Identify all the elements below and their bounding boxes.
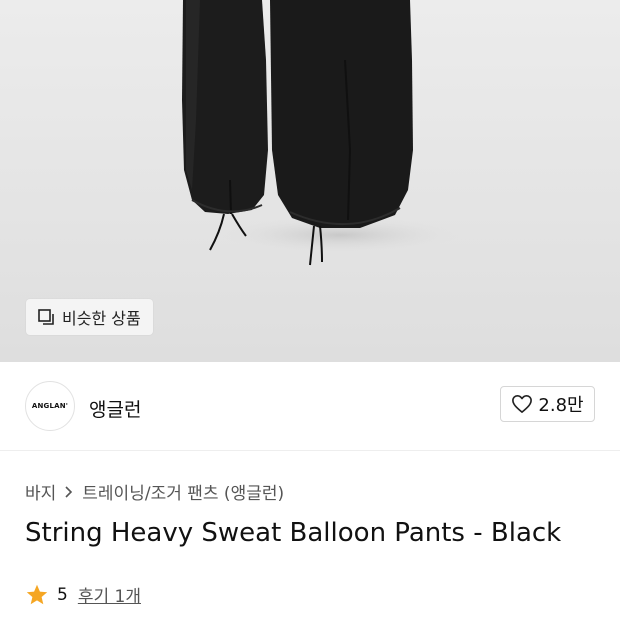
divider — [0, 450, 620, 451]
like-count: 2.8만 — [538, 395, 584, 416]
reviews-link[interactable]: 후기 1개 — [78, 582, 141, 607]
brand-logo[interactable]: ANGLAN' — [25, 381, 75, 431]
brand-name[interactable]: 앵글런 — [89, 395, 141, 422]
like-button[interactable]: 2.8만 — [500, 386, 595, 422]
breadcrumb-item-category[interactable]: 트레이닝/조거 팬츠 (앵글런) — [82, 479, 284, 504]
product-image[interactable]: 비슷한 상품 — [0, 0, 620, 362]
rating: 5 후기 1개 — [25, 582, 141, 607]
similar-items-icon — [38, 309, 54, 325]
similar-products-button[interactable]: 비슷한 상품 — [26, 299, 153, 335]
breadcrumb: 바지 트레이닝/조거 팬츠 (앵글런) — [25, 479, 284, 504]
brand-logo-text: ANGLAN' — [31, 402, 69, 410]
similar-products-label: 비슷한 상품 — [62, 309, 141, 328]
breadcrumb-item-pants[interactable]: 바지 — [25, 479, 56, 504]
star-icon — [26, 584, 48, 604]
product-title: String Heavy Sweat Balloon Pants - Black — [25, 518, 562, 548]
chevron-right-icon — [65, 485, 73, 498]
rating-score: 5 — [57, 584, 68, 605]
heart-icon — [512, 395, 533, 413]
